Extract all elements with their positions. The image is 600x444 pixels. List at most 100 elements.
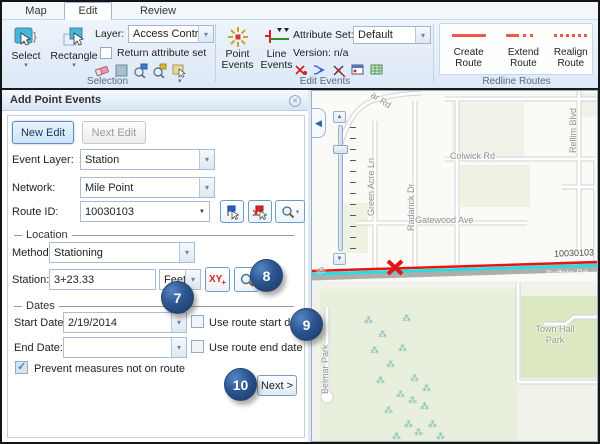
street-label-green-acre: Green Acre Ln: [366, 158, 376, 216]
chevron-down-icon[interactable]: ▾: [415, 27, 430, 43]
route-flag-blue-icon: [224, 204, 240, 220]
xy-coordinates-button[interactable]: XY +: [205, 267, 230, 292]
layer-select[interactable]: Access Control ▾: [128, 25, 214, 43]
start-date-picker[interactable]: 2/19/2014 ▾: [63, 312, 187, 333]
use-route-end-date-checkbox[interactable]: [191, 340, 204, 353]
chevron-down-icon[interactable]: ▾: [171, 313, 186, 332]
route-id-label: Route ID:: [12, 206, 58, 218]
route-flag-red-icon: [252, 204, 268, 220]
end-date-label: End Date:: [14, 342, 63, 354]
tab-review[interactable]: Review: [132, 2, 184, 20]
ribbon: } Select ▾ Rectangle ▾ Layer: Access Con…: [0, 20, 600, 88]
park-polygon: [320, 289, 517, 442]
svg-text:⁂: ⁂: [404, 419, 413, 429]
prevent-measures-checkbox[interactable]: [15, 361, 28, 374]
callout-9: 9: [290, 308, 323, 341]
point-events-button[interactable]: Point Events: [219, 25, 256, 71]
chevron-down-icon[interactable]: ▾: [179, 243, 194, 262]
svg-text:⁂: ⁂: [376, 375, 385, 385]
svg-text:⁂: ⁂: [420, 401, 429, 411]
tab-edit[interactable]: Edit: [64, 2, 112, 20]
collapse-panel-button[interactable]: ◀: [312, 108, 326, 138]
station-input[interactable]: [49, 269, 156, 290]
zoom-in-button[interactable]: ▲: [333, 111, 346, 123]
chevron-down-icon[interactable]: ▾: [72, 63, 76, 69]
svg-text:⁂: ⁂: [370, 345, 379, 355]
chevron-down-icon[interactable]: ▾: [24, 63, 28, 69]
svg-text:⁂: ⁂: [436, 431, 445, 441]
ribbon-group-redline: Create Route Extend Route Realign Route …: [435, 20, 598, 88]
line-events-button[interactable]: Line Events: [258, 25, 295, 71]
collapse-left-icon: ◀: [315, 118, 322, 129]
street-label-buffalo: Buffalo Rd: [546, 267, 588, 278]
merge-events-icon[interactable]: [312, 62, 327, 77]
zoom-slider-ticks: [350, 127, 356, 251]
app-window: Map Edit Review } Select ▾: [0, 0, 600, 444]
version-label: Version: n/a: [293, 47, 348, 59]
callout-8: 8: [250, 259, 283, 292]
select-route-on-map-button[interactable]: [220, 200, 244, 223]
extend-route-button[interactable]: Extend Route: [497, 24, 549, 74]
chevron-down-icon[interactable]: ▾: [198, 26, 213, 42]
svg-text:⁂: ⁂: [408, 395, 417, 405]
line-events-icon: [264, 25, 290, 49]
map-zoom-slider: ▲ ▼: [329, 111, 359, 279]
network-select[interactable]: Mile Point ▾: [80, 177, 215, 198]
ribbon-divider: [215, 24, 216, 82]
map-viewport[interactable]: ⁂⁂⁂ ⁂⁂⁂ ⁂⁂⁂ ⁂⁂⁂ ⁂⁂⁂ ⁂⁂⁂: [311, 90, 598, 442]
rectangle-tool-icon: [61, 25, 87, 51]
layer-label: Layer:: [95, 28, 124, 40]
use-route-start-date-checkbox[interactable]: [191, 315, 204, 328]
end-date-picker[interactable]: ▾: [63, 337, 187, 358]
return-attribute-set-checkbox[interactable]: [100, 47, 112, 59]
up-arrow-icon: ▲: [337, 114, 343, 120]
return-attribute-set-label: Return attribute set: [117, 47, 206, 59]
svg-text:⁂: ⁂: [378, 329, 387, 339]
attribute-set-select[interactable]: Default ▾: [353, 26, 431, 44]
down-arrow-icon: ▼: [337, 256, 343, 262]
event-attributes-window-icon[interactable]: [350, 62, 365, 77]
chevron-down-icon[interactable]: ▼: [195, 202, 209, 221]
event-layer-label: Event Layer:: [12, 154, 74, 166]
split-event-icon[interactable]: [331, 62, 346, 77]
new-edit-button[interactable]: New Edit: [12, 121, 74, 144]
location-section-separator: Location: [14, 229, 294, 241]
chevron-down-icon[interactable]: ▾: [171, 338, 186, 357]
ribbon-tabbar: Map Edit Review: [0, 0, 600, 20]
next-button[interactable]: Next >: [257, 375, 297, 396]
method-label: Method:: [12, 247, 52, 259]
event-table-icon[interactable]: [369, 62, 384, 77]
route-id-combobox[interactable]: 10030103 ▼: [80, 201, 210, 222]
extend-line-icon: [506, 34, 540, 37]
chevron-down-icon[interactable]: ▾: [199, 178, 214, 197]
callout-7: 7: [161, 281, 194, 314]
close-icon[interactable]: ✕: [289, 95, 301, 107]
svg-text:⁂: ⁂: [428, 419, 437, 429]
chevron-down-icon: ▾: [296, 208, 300, 216]
create-route-button[interactable]: Create Route: [440, 24, 497, 74]
delete-event-icon[interactable]: [293, 62, 308, 77]
svg-text:⁂: ⁂: [392, 431, 401, 441]
route-search-menu-button[interactable]: ▾: [275, 200, 305, 223]
start-date-label: Start Date:: [14, 317, 67, 329]
select-tool-button[interactable]: } Select ▾: [6, 25, 46, 69]
chevron-down-icon[interactable]: ▾: [199, 150, 214, 169]
tab-map[interactable]: Map: [12, 2, 60, 20]
svg-text:⁂: ⁂: [396, 389, 405, 399]
network-label: Network:: [12, 182, 55, 194]
event-layer-select[interactable]: Station ▾: [80, 149, 215, 170]
next-edit-button[interactable]: Next Edit: [82, 121, 146, 144]
rectangle-tool-button[interactable]: Rectangle ▾: [50, 25, 98, 69]
zoom-slider-handle[interactable]: [333, 145, 348, 154]
street-label-rellim: Rellim Blvd: [568, 108, 578, 153]
attribute-set-label: Attribute Set:: [293, 29, 354, 41]
zoom-slider-track[interactable]: [338, 125, 343, 251]
town-hall-park-label: Town Hall Park: [534, 324, 576, 346]
method-select[interactable]: Stationing ▾: [49, 242, 195, 263]
clear-route-selection-button[interactable]: [248, 200, 272, 223]
dotted-line-icon: [554, 34, 588, 37]
panel-header: Add Point Events: [2, 90, 308, 111]
realign-route-button[interactable]: Realign Route: [550, 24, 592, 74]
zoom-out-button[interactable]: ▼: [333, 253, 346, 265]
svg-text:⁂: ⁂: [384, 405, 393, 415]
